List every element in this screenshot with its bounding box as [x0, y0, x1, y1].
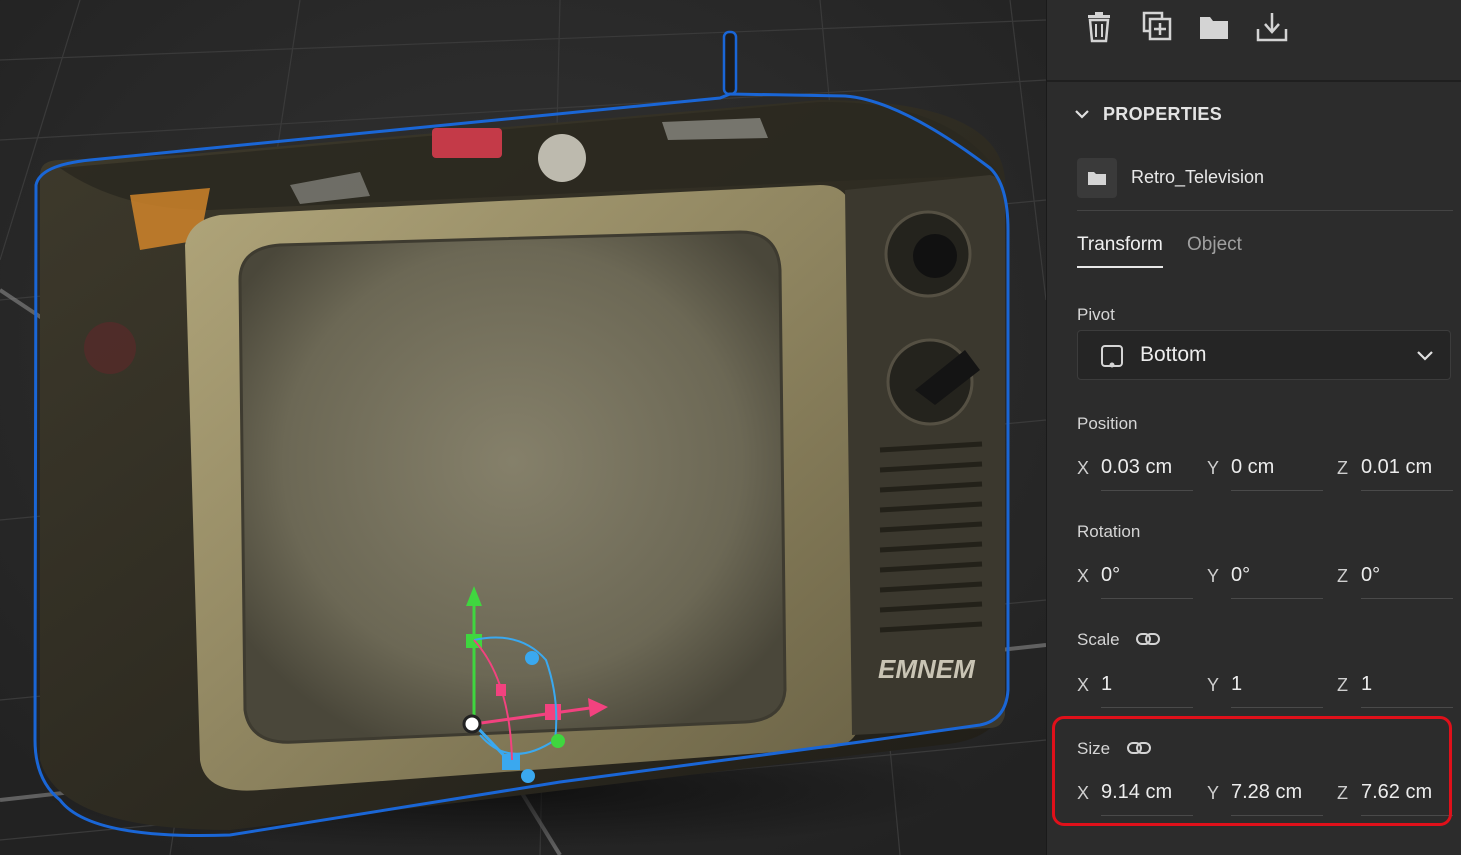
tv-screen [238, 230, 787, 744]
scale-z-input[interactable]: 1 [1361, 667, 1453, 708]
duplicate-icon[interactable] [1140, 10, 1174, 44]
scale-fields: X1 Y1 Z1 [1077, 667, 1457, 711]
properties-title: PROPERTIES [1103, 104, 1223, 124]
export-icon[interactable] [1255, 10, 1289, 44]
axis-z-label: Z [1337, 566, 1348, 586]
size-label-row: Size [1077, 739, 1151, 760]
object-row: Retro_Television [1077, 154, 1453, 211]
position-label: Position [1077, 414, 1138, 433]
chevron-down-icon[interactable] [1075, 106, 1089, 124]
sticker-1 [432, 128, 502, 158]
trash-icon[interactable] [1082, 10, 1116, 44]
size-x-input[interactable]: 9.14 cm [1101, 775, 1193, 816]
size-y-input[interactable]: 7.28 cm [1231, 775, 1323, 816]
scale-y-input[interactable]: 1 [1231, 667, 1323, 708]
scale-x-input[interactable]: 1 [1101, 667, 1193, 708]
axis-z-label: Z [1337, 458, 1348, 478]
folder-icon[interactable] [1197, 10, 1231, 44]
chevron-down-icon [1416, 349, 1434, 367]
sticker-2 [538, 134, 586, 182]
size-fields: X 9.14 cm Y 7.28 cm Z 7.62 cm [1077, 775, 1457, 819]
pivot-value: Bottom [1140, 343, 1207, 366]
sticker-6 [84, 322, 136, 374]
axis-x-label: X [1077, 675, 1090, 695]
tab-transform[interactable]: Transform [1077, 234, 1163, 268]
position-x-input[interactable]: 0.03 cm [1101, 450, 1193, 491]
axis-z-label: Z [1337, 675, 1348, 695]
rotation-label: Rotation [1077, 522, 1141, 541]
position-fields: X 0.03 cm Y 0 cm Z 0.01 cm [1077, 450, 1457, 494]
panel-toolbar [1047, 0, 1461, 82]
axis-y-label: Y [1207, 458, 1220, 478]
properties-header[interactable]: PROPERTIES [1075, 104, 1222, 125]
position-z-input[interactable]: 0.01 cm [1361, 450, 1453, 491]
scale-label: Scale [1077, 630, 1120, 649]
tv-brand-logo: EMNEM [878, 654, 976, 684]
object-name: Retro_Television [1131, 167, 1265, 187]
pivot-label: Pivot [1077, 305, 1115, 324]
rotation-y-input[interactable]: 0° [1231, 558, 1323, 599]
rotation-z-input[interactable]: 0° [1361, 558, 1453, 599]
folder-icon [1077, 158, 1117, 198]
axis-x-label: X [1077, 783, 1090, 803]
pivot-dropdown[interactable]: Bottom [1077, 330, 1451, 380]
tv-knob-1-cap [913, 234, 957, 278]
axis-z-label: Z [1337, 783, 1348, 803]
link-icon[interactable] [1136, 631, 1161, 651]
scale-label-row: Scale [1077, 630, 1161, 651]
size-label: Size [1077, 739, 1111, 758]
size-z-input[interactable]: 7.62 cm [1361, 775, 1453, 816]
scene-canvas[interactable]: EMNEM [0, 0, 1046, 855]
axis-y-label: Y [1207, 566, 1220, 586]
axis-x-label: X [1077, 566, 1090, 586]
properties-panel: PROPERTIES Retro_Television Transform Ob… [1046, 0, 1461, 855]
link-icon[interactable] [1126, 740, 1151, 760]
axis-x-label: X [1077, 458, 1090, 478]
tab-object[interactable]: Object [1187, 234, 1242, 266]
rotation-x-input[interactable]: 0° [1101, 558, 1193, 599]
position-y-input[interactable]: 0 cm [1231, 450, 1323, 491]
tv-antenna [722, 30, 738, 96]
pivot-icon [1100, 344, 1124, 373]
3d-viewport[interactable]: EMNEM [0, 0, 1046, 855]
rotation-fields: X 0° Y 0° Z 0° [1077, 558, 1457, 602]
axis-y-label: Y [1207, 675, 1220, 695]
axis-y-label: Y [1207, 783, 1220, 803]
